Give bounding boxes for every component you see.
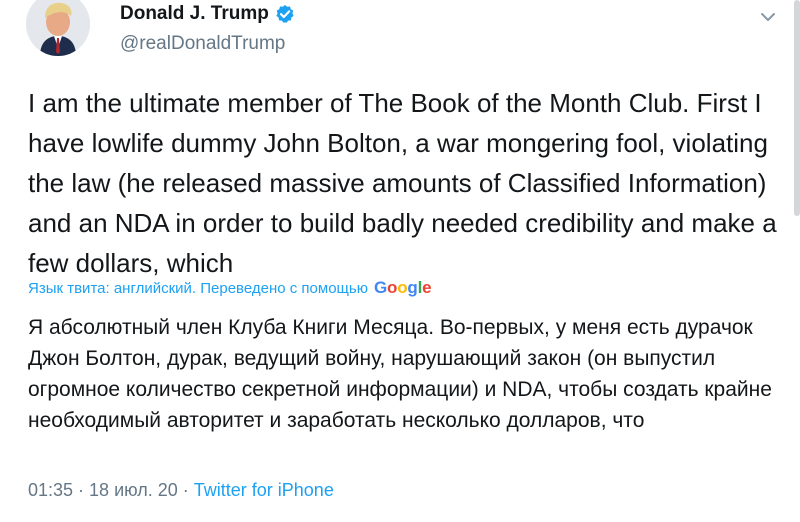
chevron-down-icon[interactable] <box>759 8 777 26</box>
tweet: Donald J. Trump @realDonaldTrump I am th… <box>0 0 800 522</box>
scrollbar[interactable] <box>794 0 800 216</box>
tweet-date[interactable]: 18 июл. 20 <box>89 480 178 500</box>
translated-text: Я абсолютный член Клуба Книги Месяца. Во… <box>28 316 772 432</box>
tweet-source[interactable]: Twitter for iPhone <box>194 480 334 500</box>
verified-badge-icon <box>275 4 295 24</box>
meta-separator: · <box>73 480 90 500</box>
tweet-text: I am the ultimate member of The Book of … <box>28 88 777 278</box>
author-name-row[interactable]: Donald J. Trump <box>120 2 295 26</box>
tweet-meta: 01:35 · 18 июл. 20 · Twitter for iPhone <box>28 480 334 501</box>
meta-separator: · <box>177 480 194 500</box>
translation-notice[interactable]: Язык твита: английский. Переведено с пом… <box>28 278 432 298</box>
display-name[interactable]: Donald J. Trump <box>120 3 269 25</box>
google-logo: Google <box>373 278 432 297</box>
tweet-time[interactable]: 01:35 <box>28 480 73 500</box>
avatar[interactable] <box>26 0 90 56</box>
author-handle[interactable]: @realDonaldTrump <box>120 33 285 55</box>
translation-label[interactable]: Язык твита: английский. Переведено с пом… <box>28 280 368 297</box>
